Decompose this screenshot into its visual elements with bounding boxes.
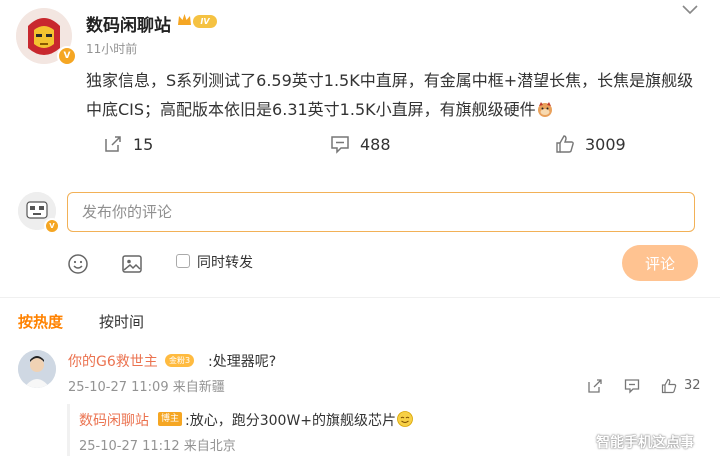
comment-icon (331, 136, 349, 154)
repost-count: 15 (133, 134, 154, 154)
post-author-name[interactable]: 数码闲聊站 (86, 11, 171, 36)
comment-input[interactable] (68, 193, 694, 231)
reply-text: :放心，跑分300W+的旗舰级芯片 (185, 413, 397, 429)
verified-badge-icon: V (44, 218, 60, 234)
verified-badge-icon: V (57, 46, 77, 66)
comment-like-count: 32 (684, 378, 701, 393)
post-timestamp[interactable]: 11小时前 (86, 40, 137, 57)
image-upload-icon[interactable] (121, 253, 143, 275)
repost-checkbox[interactable] (176, 254, 190, 268)
like-count: 3009 (585, 134, 626, 154)
comment-repost-icon[interactable] (587, 378, 603, 394)
reply-meta: 25-10-27 11:12 来自北京 (79, 439, 236, 454)
sort-by-hot-tab[interactable]: 按热度 (18, 311, 63, 332)
repost-icon (105, 136, 121, 152)
fan-badge: 金粉3 (165, 354, 195, 367)
like-action[interactable]: 3009 (555, 134, 626, 154)
reply-text-wrap: :放心，跑分300W+的旗舰级芯片 (185, 410, 414, 430)
post-text: 独家信息，S系列测试了6.59英寸1.5K中直屏，有金属中框+潜望长焦，长焦是旗… (86, 71, 694, 119)
level-badge: IV (193, 15, 217, 28)
chevron-down-icon[interactable] (680, 2, 700, 18)
comment-input-box[interactable] (67, 192, 695, 232)
commenter-name[interactable]: 你的G6救世主 (68, 351, 158, 371)
emoji-icon[interactable] (67, 253, 89, 275)
doge-emoji-icon (537, 102, 552, 117)
reply-author-name[interactable]: 数码闲聊站 (79, 410, 149, 430)
comment-text: :处理器呢? (208, 354, 277, 370)
reply-indent-bar (67, 404, 70, 456)
repost-checkbox-label[interactable]: 同时转发 (197, 252, 253, 272)
comment-action[interactable]: 488 (330, 134, 391, 154)
divider (0, 297, 720, 298)
avatar-image (18, 350, 56, 388)
comment-count: 488 (360, 134, 391, 154)
blogger-badge: 博主 (158, 412, 183, 426)
watermark-text: 智能手机这点事 (596, 435, 694, 451)
comment-reply-icon[interactable] (624, 378, 640, 394)
comment-like-icon[interactable] (661, 378, 677, 394)
comment-meta: 25-10-27 11:09 来自新疆 (68, 380, 225, 395)
thumbs-up-icon (556, 135, 574, 153)
commenter-avatar[interactable] (18, 350, 56, 388)
submit-comment-button[interactable]: 评论 (622, 245, 698, 281)
post-body: 独家信息，S系列测试了6.59英寸1.5K中直屏，有金属中框+潜望长焦，长焦是旗… (86, 66, 706, 124)
sort-by-time-tab[interactable]: 按时间 (99, 311, 144, 332)
smile-emoji-icon (397, 411, 413, 427)
repost-action[interactable]: 15 (103, 134, 153, 154)
crown-icon (178, 14, 191, 25)
